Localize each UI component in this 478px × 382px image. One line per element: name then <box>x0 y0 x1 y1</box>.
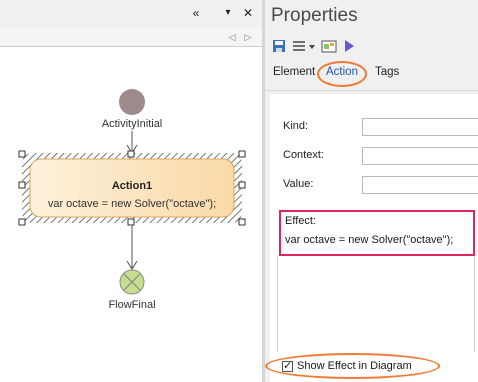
handle-bottom[interactable] <box>127 218 135 226</box>
initial-node-label: ActivityInitial <box>102 118 163 130</box>
diagram-titlebar: « ▾ ✕ <box>0 0 262 28</box>
collapse-left-icon[interactable]: « <box>188 5 204 21</box>
value-field[interactable] <box>362 176 478 194</box>
value-label: Value: <box>283 178 314 190</box>
context-label: Context: <box>283 149 324 161</box>
flow-final-label: FlowFinal <box>108 299 155 311</box>
action-tab-highlight-ring <box>317 61 367 87</box>
handle-right[interactable] <box>238 181 246 189</box>
play-icon[interactable] <box>341 38 357 54</box>
action-name: Action1 <box>112 180 152 192</box>
nav-prev-icon[interactable]: ◁ <box>226 30 238 44</box>
tab-tags[interactable]: Tags <box>375 66 399 78</box>
tab-element[interactable]: Element <box>273 66 315 78</box>
properties-title: Properties <box>271 5 358 26</box>
handle-top[interactable] <box>127 150 135 158</box>
list-icon[interactable] <box>291 38 307 54</box>
nav-next-icon[interactable]: ▷ <box>242 30 254 44</box>
show-effect-highlight-ring <box>265 353 440 379</box>
diagram-tabstrip: ◁ ▷ <box>0 28 262 47</box>
kind-field[interactable] <box>362 118 478 136</box>
handle-top-right[interactable] <box>238 150 246 158</box>
effect-highlight-box: Effect: var octave = new Solver("octave"… <box>279 210 475 256</box>
kind-label: Kind: <box>283 120 309 132</box>
diagram-pane: « ▾ ✕ ◁ ▷ ActivityInitial Action1 var oc… <box>0 0 262 382</box>
dropdown-icon[interactable]: ▾ <box>220 5 236 21</box>
initial-node[interactable] <box>119 89 145 115</box>
action-effect-text: var octave = new Solver("octave"); <box>48 198 216 210</box>
handle-top-left[interactable] <box>18 150 26 158</box>
handle-left[interactable] <box>18 181 26 189</box>
tab-divider <box>265 90 478 91</box>
effect-text-area[interactable] <box>277 256 475 352</box>
save-icon[interactable] <box>271 38 287 54</box>
diagram-icon[interactable] <box>321 38 337 54</box>
effect-field[interactable]: var octave = new Solver("octave"); <box>285 234 453 246</box>
dropdown-icon[interactable] <box>307 38 317 54</box>
diagram-canvas[interactable]: ActivityInitial Action1 var octave = new… <box>0 47 262 382</box>
effect-label: Effect: <box>285 215 316 227</box>
close-icon[interactable]: ✕ <box>240 5 256 21</box>
context-field[interactable] <box>362 147 478 165</box>
handle-bottom-left[interactable] <box>18 218 26 226</box>
handle-bottom-right[interactable] <box>238 218 246 226</box>
